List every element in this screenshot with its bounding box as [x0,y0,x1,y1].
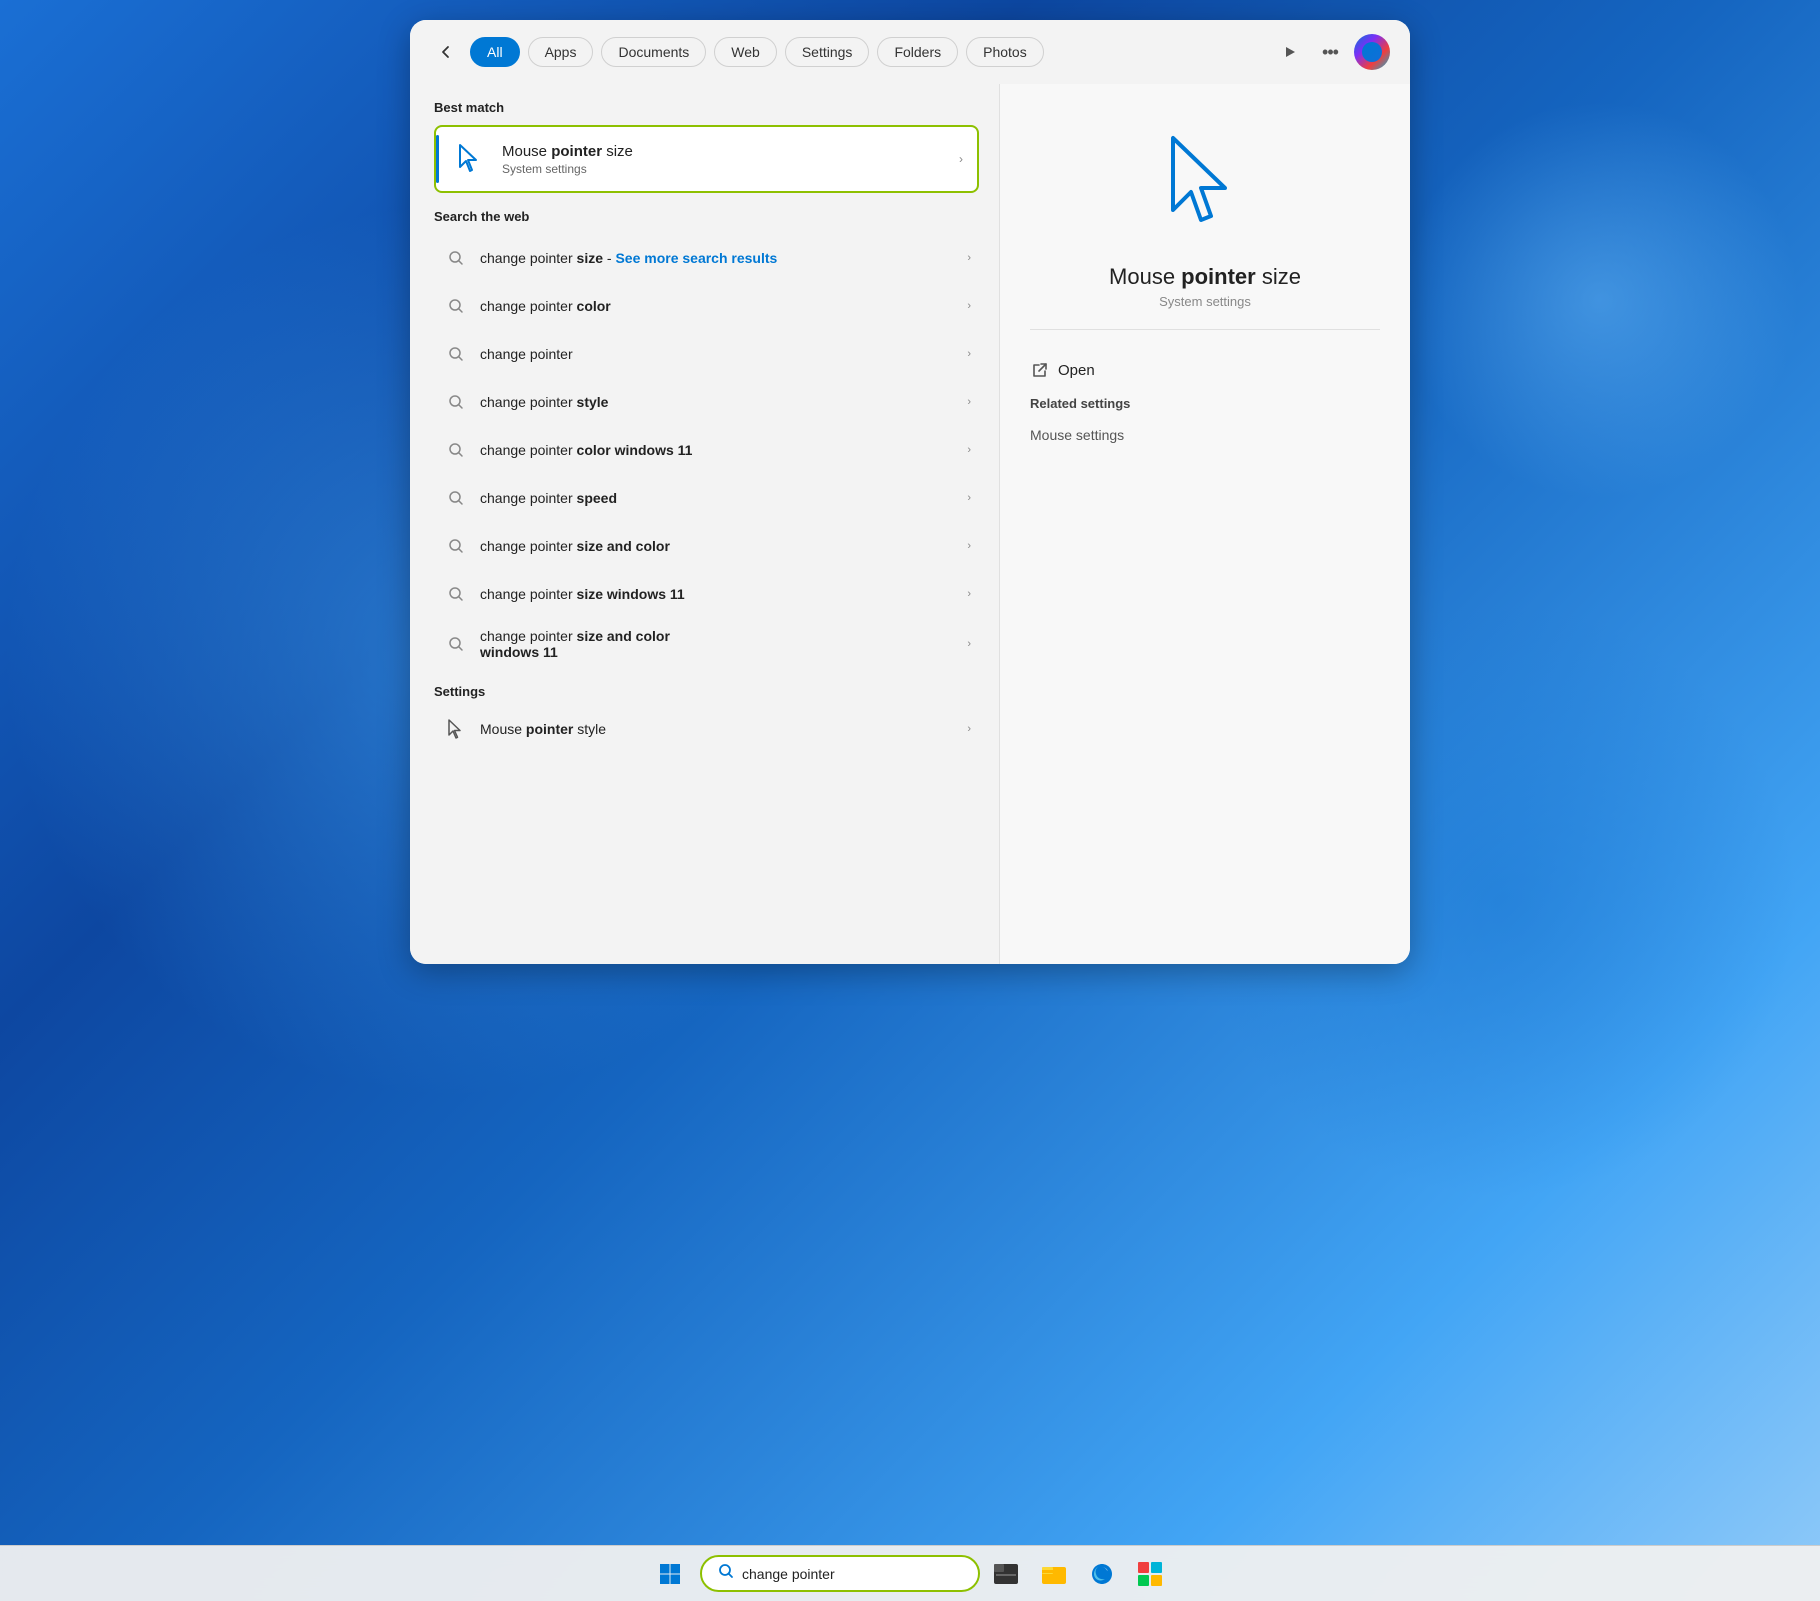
search-icon-2 [442,340,470,368]
search-icon-6 [442,532,470,560]
related-link-0[interactable]: Mouse settings [1030,419,1380,451]
search-item-2[interactable]: change pointer › [434,330,979,378]
nav-pill-web[interactable]: Web [714,37,777,67]
settings-section-title: Settings [434,684,979,699]
main-content: Best match Mouse pointer size System set… [410,84,1410,964]
search-item-text-7: change pointer size windows 11 [480,586,957,602]
nav-pill-documents[interactable]: Documents [601,37,706,67]
taskbar-app-explorer-dark[interactable] [984,1552,1028,1596]
search-panel: All Apps Documents Web Settings Folders … [410,20,1410,964]
search-item-chevron-4: › [967,444,971,456]
search-item-chevron-2: › [967,348,971,360]
search-icon-8 [442,630,470,658]
taskbar-center [648,1552,1172,1596]
copilot-button[interactable] [1354,34,1390,70]
search-item-text-1: change pointer color [480,298,957,314]
taskbar-search-icon [718,1563,734,1584]
settings-item-icon-0 [442,715,470,743]
search-item-6[interactable]: change pointer size and color › [434,522,979,570]
open-button[interactable]: Open [1030,350,1380,390]
search-item-chevron-7: › [967,588,971,600]
nav-pill-photos[interactable]: Photos [966,37,1044,67]
search-item-text-0: change pointer size - See more search re… [480,250,957,266]
result-title: Mouse pointer size [1109,264,1301,290]
more-button[interactable]: ••• [1314,36,1346,68]
search-item-text-5: change pointer speed [480,490,957,506]
search-item-text-3: change pointer style [480,394,957,410]
best-match-section-title: Best match [434,100,979,115]
taskbar [0,1545,1820,1601]
search-item-8[interactable]: change pointer size and colorwindows 11 … [434,618,979,670]
best-match-item[interactable]: Mouse pointer size System settings › [434,125,979,193]
search-item-4[interactable]: change pointer color windows 11 › [434,426,979,474]
taskbar-search-input[interactable] [742,1566,962,1582]
settings-item-text-0: Mouse pointer style [480,721,957,737]
result-icon-large [1145,124,1265,244]
settings-item-0[interactable]: Mouse pointer style › [434,705,979,753]
open-external-icon [1030,360,1050,380]
search-icon-1 [442,292,470,320]
search-item-chevron-5: › [967,492,971,504]
nav-pill-apps[interactable]: Apps [528,37,594,67]
search-item-0[interactable]: change pointer size - See more search re… [434,234,979,282]
taskbar-app-file-explorer[interactable] [1032,1552,1076,1596]
result-subtitle: System settings [1159,294,1251,309]
nav-pill-settings[interactable]: Settings [785,37,870,67]
search-icon-4 [442,436,470,464]
open-label: Open [1058,362,1095,379]
related-settings-title: Related settings [1030,396,1380,411]
search-item-7[interactable]: change pointer size windows 11 › [434,570,979,618]
search-item-chevron-8: › [967,638,971,650]
best-match-title: Mouse pointer size [502,143,959,160]
search-item-text-6: change pointer size and color [480,538,957,554]
taskbar-app-edge[interactable] [1080,1552,1124,1596]
search-item-text-8: change pointer size and colorwindows 11 [480,628,957,660]
taskbar-app-store[interactable] [1128,1552,1172,1596]
left-panel: Best match Mouse pointer size System set… [410,84,1000,964]
play-button[interactable] [1274,36,1306,68]
search-web-section-title: Search the web [434,209,979,224]
search-item-text-2: change pointer [480,346,957,362]
right-panel: Mouse pointer size System settings Open … [1000,84,1410,964]
search-item-chevron-0: › [967,252,971,264]
best-match-icon [450,139,490,179]
search-icon-3 [442,388,470,416]
settings-item-chevron-0: › [967,723,971,735]
best-match-chevron-icon: › [959,152,963,166]
search-item-chevron-3: › [967,396,971,408]
nav-pill-all[interactable]: All [470,37,520,67]
search-item-5[interactable]: change pointer speed › [434,474,979,522]
search-item-3[interactable]: change pointer style › [434,378,979,426]
nav-pill-folders[interactable]: Folders [877,37,958,67]
search-icon-5 [442,484,470,512]
search-icon-0 [442,244,470,272]
search-item-1[interactable]: change pointer color › [434,282,979,330]
result-divider [1030,329,1380,330]
search-item-chevron-6: › [967,540,971,552]
best-match-text: Mouse pointer size System settings [502,143,959,176]
search-item-chevron-1: › [967,300,971,312]
search-icon-7 [442,580,470,608]
taskbar-search-box[interactable] [700,1555,980,1592]
nav-bar: All Apps Documents Web Settings Folders … [410,20,1410,84]
back-button[interactable] [430,36,462,68]
windows-button[interactable] [648,1552,692,1596]
search-item-text-4: change pointer color windows 11 [480,442,957,458]
best-match-subtitle: System settings [502,162,959,176]
